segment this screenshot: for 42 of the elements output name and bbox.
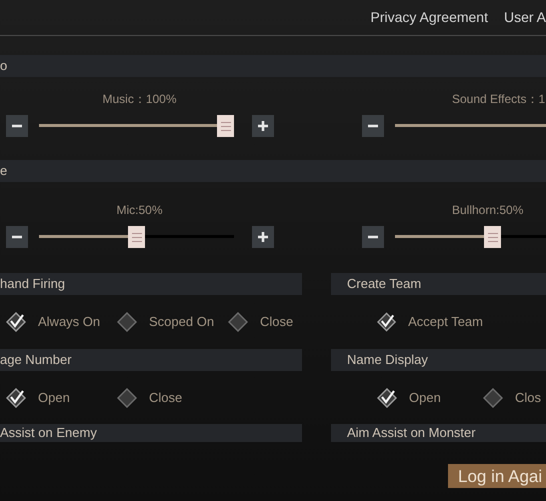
option-label: Open [38, 388, 70, 407]
slider-label: Mic:50% [115, 203, 164, 217]
decrease-button[interactable] [6, 226, 28, 248]
checked-box-icon[interactable] [6, 312, 26, 332]
checkbox-icon[interactable] [117, 312, 137, 332]
slider-label: Music：100% [101, 92, 178, 106]
increase-button[interactable] [252, 226, 274, 248]
checkbox-icon[interactable] [117, 388, 137, 408]
slider-label: Sound Effects：1 [451, 92, 546, 106]
checked-box-icon[interactable] [377, 312, 396, 332]
section-header: Assist on Enemy [0, 424, 302, 442]
login-button[interactable]: Log in Agai [448, 464, 546, 488]
increase-button[interactable] [252, 115, 274, 137]
plus-icon [257, 231, 269, 243]
option-label: Clos [515, 388, 542, 407]
option-label: Accept Team [408, 313, 483, 332]
header-link[interactable]: Privacy Agreement [370, 7, 488, 28]
checked-box-icon[interactable] [377, 388, 397, 408]
checkbox-icon[interactable] [483, 388, 503, 408]
decrease-button[interactable] [362, 115, 384, 137]
section-header: age Number [0, 349, 302, 371]
checked-box-icon[interactable] [6, 388, 26, 408]
section-header: Aim Assist on Monster [331, 424, 546, 442]
section-header: o [0, 55, 546, 77]
section-header: Create Team [331, 273, 546, 295]
header-link[interactable]: User A [504, 7, 546, 28]
option-label: Always On [38, 313, 100, 332]
section-header: e [0, 160, 546, 182]
plus-icon [257, 120, 269, 132]
slider-thumb[interactable] [484, 226, 501, 248]
slider-thumb[interactable] [128, 226, 145, 248]
decrease-button[interactable] [6, 115, 28, 137]
decrease-button[interactable] [362, 226, 384, 248]
option-label: Close [149, 388, 182, 407]
section-header: hand Firing [0, 273, 302, 295]
slider-label: Bullhorn:50% [451, 203, 524, 217]
option-label: Open [409, 388, 441, 407]
section-header: Name Display [331, 349, 546, 371]
option-label: Close [260, 313, 294, 332]
slider-thumb[interactable] [217, 115, 234, 137]
option-label: Scoped On [149, 313, 214, 332]
checkbox-icon[interactable] [228, 312, 248, 332]
